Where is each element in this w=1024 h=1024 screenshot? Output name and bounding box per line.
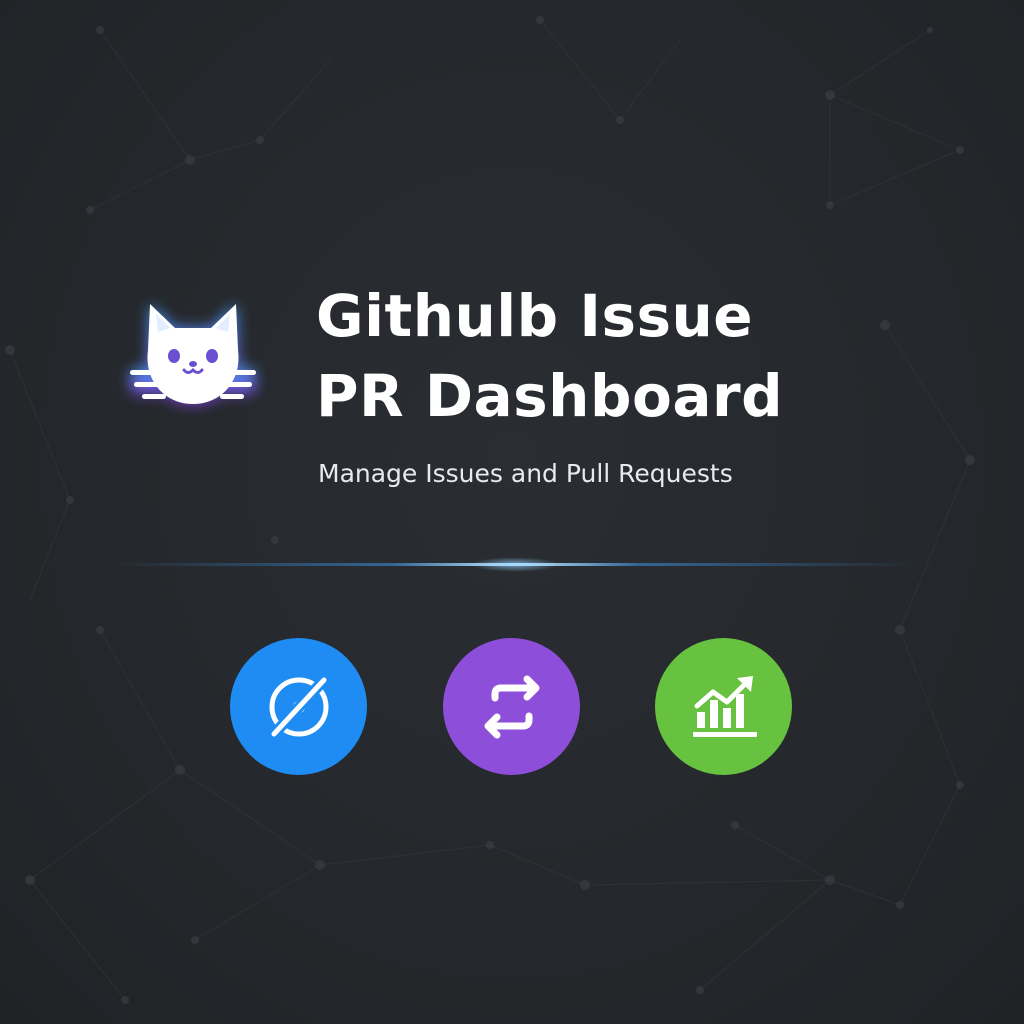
splash-screen: Githulb Issue PR Dashboard Manage Issues… (0, 0, 1024, 1024)
app-title-line-1: Githulb Issue (316, 282, 754, 350)
app-title-line-2: PR Dashboard (316, 362, 784, 430)
feature-icon-row (230, 638, 792, 776)
app-subtitle: Manage Issues and Pull Requests (318, 459, 733, 488)
cat-icon (118, 284, 268, 424)
glow-divider (110, 557, 920, 572)
issue-slash-icon (268, 674, 329, 739)
statistics-button[interactable] (655, 638, 792, 775)
issues-button[interactable] (230, 638, 367, 775)
pull-requests-button[interactable] (443, 638, 580, 775)
app-title: Githulb Issue PR Dashboard (316, 276, 783, 436)
growth-chart-icon (692, 675, 757, 737)
pull-request-arrows-icon (484, 675, 539, 738)
